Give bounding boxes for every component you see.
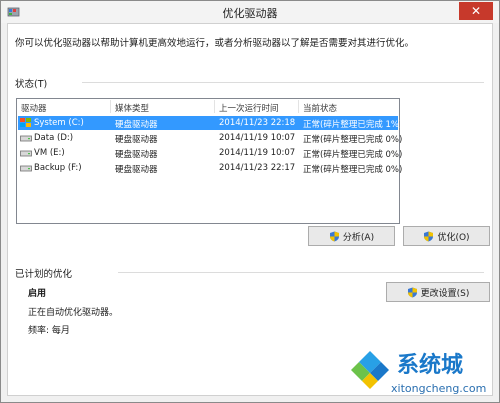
optimize-drives-window: 优化驱动器 ✕ 你可以优化驱动器以帮助计算机更高效地运行，或者分析驱动器以了解是… bbox=[0, 0, 500, 403]
schedule-divider bbox=[118, 272, 484, 273]
drive-name: Data (D:) bbox=[34, 133, 74, 143]
drive-last-run: 2014/11/19 10:07 bbox=[219, 133, 296, 143]
analyze-button-label: 分析(A) bbox=[342, 232, 375, 243]
drive-name: VM (E:) bbox=[34, 148, 65, 158]
schedule-detail: 正在自动优化驱动器。 bbox=[28, 308, 119, 318]
status-divider bbox=[82, 82, 484, 83]
uac-shield-icon bbox=[329, 231, 339, 241]
optimize-button-label: 优化(O) bbox=[437, 232, 470, 243]
window-title: 优化驱动器 bbox=[222, 7, 278, 20]
drive-status: 正常(碎片整理已完成 0%) bbox=[303, 150, 403, 160]
schedule-frequency: 频率: 每月 bbox=[28, 326, 70, 336]
drive-name: System (C:) bbox=[34, 118, 84, 128]
column-separator[interactable] bbox=[214, 100, 215, 113]
title-bar: 优化驱动器 ✕ bbox=[1, 1, 499, 23]
drive-media-type: 硬盘驱动器 bbox=[115, 150, 158, 160]
close-button[interactable]: ✕ bbox=[459, 2, 493, 20]
drive-last-run: 2014/11/23 22:18 bbox=[219, 118, 296, 128]
hard-drive-icon bbox=[20, 150, 32, 157]
drive-media-type: 硬盘驱动器 bbox=[115, 165, 158, 175]
drive-status: 正常(碎片整理已完成 0%) bbox=[303, 135, 403, 145]
drive-row-data[interactable]: Data (D:) 硬盘驱动器 2014/11/19 10:07 正常(碎片整理… bbox=[18, 131, 402, 145]
column-separator[interactable] bbox=[298, 100, 299, 113]
column-header-current-status[interactable]: 当前状态 bbox=[303, 102, 337, 114]
optimize-button[interactable]: 优化(O) bbox=[403, 226, 490, 246]
drive-media-type: 硬盘驱动器 bbox=[115, 135, 158, 145]
column-separator[interactable] bbox=[110, 100, 111, 113]
drive-list[interactable]: 驱动器 媒体类型 上一次运行时间 当前状态 System (C:) 硬盘驱动器 … bbox=[16, 98, 402, 224]
change-settings-button-label: 更改设置(S) bbox=[420, 288, 470, 299]
watermark: 系统城 xitongcheng.com bbox=[341, 341, 500, 401]
schedule-section-label: 已计划的优化 bbox=[15, 269, 73, 280]
hard-drive-icon bbox=[20, 135, 32, 142]
watermark-logo-icon bbox=[347, 347, 393, 393]
drive-row-backup[interactable]: Backup (F:) 硬盘驱动器 2014/11/23 22:17 正常(碎片… bbox=[18, 161, 402, 175]
windows-drive-icon bbox=[20, 118, 31, 127]
uac-shield-icon bbox=[424, 231, 434, 241]
watermark-brand: 系统城 bbox=[397, 353, 464, 378]
drive-row-vm[interactable]: VM (E:) 硬盘驱动器 2014/11/19 10:07 正常(碎片整理已完… bbox=[18, 146, 402, 160]
change-settings-button[interactable]: 更改设置(S) bbox=[386, 282, 490, 302]
uac-shield-icon bbox=[407, 287, 417, 297]
status-section-label: 状态(T) bbox=[15, 79, 48, 90]
watermark-url: xitongcheng.com bbox=[391, 382, 487, 395]
hard-drive-icon bbox=[20, 165, 32, 172]
drive-list-header: 驱动器 媒体类型 上一次运行时间 当前状态 bbox=[17, 99, 399, 115]
column-header-drive[interactable]: 驱动器 bbox=[21, 102, 47, 114]
drive-media-type: 硬盘驱动器 bbox=[115, 120, 158, 130]
drive-status: 正常(碎片整理已完成 0%) bbox=[303, 165, 403, 175]
description-text: 你可以优化驱动器以帮助计算机更高效地运行，或者分析驱动器以了解是否需要对其进行优… bbox=[15, 38, 415, 49]
drive-last-run: 2014/11/23 22:17 bbox=[219, 163, 296, 173]
column-header-last-run[interactable]: 上一次运行时间 bbox=[219, 102, 279, 114]
drive-last-run: 2014/11/19 10:07 bbox=[219, 148, 296, 158]
schedule-state: 启用 bbox=[28, 289, 47, 299]
drive-status: 正常(碎片整理已完成 1%) bbox=[303, 120, 403, 130]
analyze-button[interactable]: 分析(A) bbox=[308, 226, 395, 246]
drive-name: Backup (F:) bbox=[34, 163, 82, 173]
drive-row-system[interactable]: System (C:) 硬盘驱动器 2014/11/23 22:18 正常(碎片… bbox=[18, 116, 402, 130]
column-header-media-type[interactable]: 媒体类型 bbox=[115, 102, 149, 114]
